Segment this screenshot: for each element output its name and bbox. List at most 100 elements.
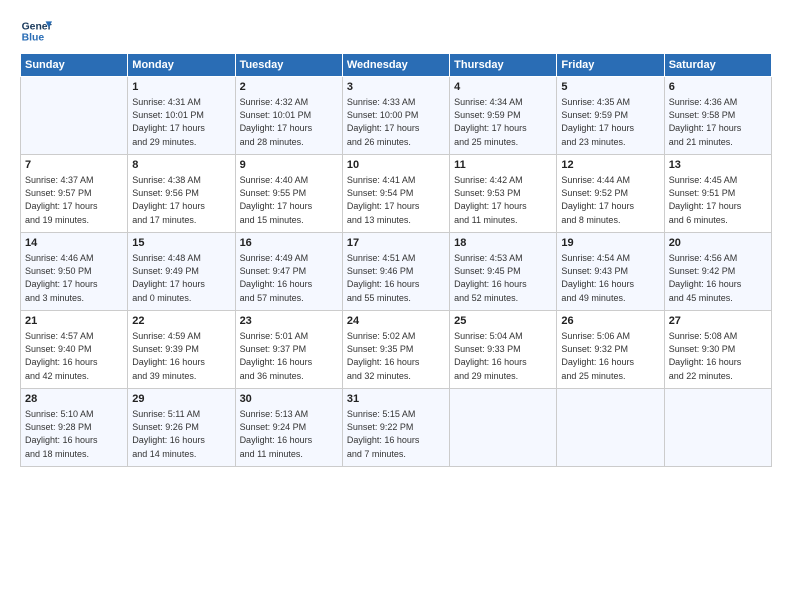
cell-content: Sunrise: 5:01 AMSunset: 9:37 PMDaylight:… (240, 330, 338, 382)
day-number: 9 (240, 158, 338, 173)
cell-content: Sunrise: 5:04 AMSunset: 9:33 PMDaylight:… (454, 330, 552, 382)
calendar-cell: 27Sunrise: 5:08 AMSunset: 9:30 PMDayligh… (664, 311, 771, 389)
calendar-cell: 8Sunrise: 4:38 AMSunset: 9:56 PMDaylight… (128, 155, 235, 233)
calendar-week-row: 1Sunrise: 4:31 AMSunset: 10:01 PMDayligh… (21, 77, 772, 155)
calendar-cell: 7Sunrise: 4:37 AMSunset: 9:57 PMDaylight… (21, 155, 128, 233)
day-number: 28 (25, 392, 123, 407)
cell-line: and 11 minutes. (454, 214, 552, 227)
cell-line: Sunrise: 4:44 AM (561, 174, 659, 187)
svg-text:Blue: Blue (22, 33, 45, 44)
cell-content: Sunrise: 5:11 AMSunset: 9:26 PMDaylight:… (132, 408, 230, 460)
cell-content: Sunrise: 4:46 AMSunset: 9:50 PMDaylight:… (25, 252, 123, 304)
cell-line: Daylight: 17 hours (454, 200, 552, 213)
cell-line: Sunrise: 4:42 AM (454, 174, 552, 187)
cell-line: and 32 minutes. (347, 370, 445, 383)
cell-line: and 3 minutes. (25, 292, 123, 305)
cell-content: Sunrise: 5:15 AMSunset: 9:22 PMDaylight:… (347, 408, 445, 460)
cell-line: Sunrise: 4:53 AM (454, 252, 552, 265)
cell-line: Sunset: 9:51 PM (669, 187, 767, 200)
cell-line: Daylight: 17 hours (347, 122, 445, 135)
calendar-week-row: 14Sunrise: 4:46 AMSunset: 9:50 PMDayligh… (21, 233, 772, 311)
cell-line: Sunrise: 4:35 AM (561, 96, 659, 109)
calendar-cell: 13Sunrise: 4:45 AMSunset: 9:51 PMDayligh… (664, 155, 771, 233)
cell-line: and 49 minutes. (561, 292, 659, 305)
day-number: 3 (347, 80, 445, 95)
day-header-wednesday: Wednesday (342, 54, 449, 77)
calendar-cell: 16Sunrise: 4:49 AMSunset: 9:47 PMDayligh… (235, 233, 342, 311)
day-header-saturday: Saturday (664, 54, 771, 77)
calendar-cell: 20Sunrise: 4:56 AMSunset: 9:42 PMDayligh… (664, 233, 771, 311)
cell-line: and 18 minutes. (25, 448, 123, 461)
cell-line: Sunrise: 4:31 AM (132, 96, 230, 109)
day-header-thursday: Thursday (450, 54, 557, 77)
cell-line: Sunrise: 4:34 AM (454, 96, 552, 109)
day-number: 2 (240, 80, 338, 95)
cell-content: Sunrise: 4:56 AMSunset: 9:42 PMDaylight:… (669, 252, 767, 304)
cell-line: Daylight: 16 hours (132, 434, 230, 447)
calendar-cell (664, 389, 771, 467)
cell-line: and 23 minutes. (561, 136, 659, 149)
cell-content: Sunrise: 4:40 AMSunset: 9:55 PMDaylight:… (240, 174, 338, 226)
cell-line: and 55 minutes. (347, 292, 445, 305)
day-number: 10 (347, 158, 445, 173)
cell-line: and 25 minutes. (561, 370, 659, 383)
cell-line: and 13 minutes. (347, 214, 445, 227)
cell-line: Sunrise: 4:32 AM (240, 96, 338, 109)
cell-content: Sunrise: 4:59 AMSunset: 9:39 PMDaylight:… (132, 330, 230, 382)
day-number: 20 (669, 236, 767, 251)
cell-line: Daylight: 16 hours (669, 356, 767, 369)
day-number: 12 (561, 158, 659, 173)
cell-line: Daylight: 17 hours (132, 278, 230, 291)
cell-line: and 6 minutes. (669, 214, 767, 227)
calendar-cell: 15Sunrise: 4:48 AMSunset: 9:49 PMDayligh… (128, 233, 235, 311)
calendar-cell: 5Sunrise: 4:35 AMSunset: 9:59 PMDaylight… (557, 77, 664, 155)
cell-line: Sunset: 10:00 PM (347, 109, 445, 122)
cell-line: Sunset: 9:40 PM (25, 343, 123, 356)
cell-line: Sunset: 9:42 PM (669, 265, 767, 278)
cell-line: and 28 minutes. (240, 136, 338, 149)
cell-content: Sunrise: 4:31 AMSunset: 10:01 PMDaylight… (132, 96, 230, 148)
day-number: 23 (240, 314, 338, 329)
day-number: 7 (25, 158, 123, 173)
cell-line: and 57 minutes. (240, 292, 338, 305)
cell-line: Sunset: 9:46 PM (347, 265, 445, 278)
day-number: 30 (240, 392, 338, 407)
cell-line: Sunrise: 4:33 AM (347, 96, 445, 109)
cell-line: and 42 minutes. (25, 370, 123, 383)
cell-content: Sunrise: 4:54 AMSunset: 9:43 PMDaylight:… (561, 252, 659, 304)
cell-line: Sunset: 9:28 PM (25, 421, 123, 434)
cell-line: Sunrise: 4:36 AM (669, 96, 767, 109)
cell-line: Daylight: 16 hours (454, 278, 552, 291)
cell-line: Daylight: 17 hours (240, 200, 338, 213)
cell-line: Sunrise: 5:06 AM (561, 330, 659, 343)
cell-line: Sunset: 9:35 PM (347, 343, 445, 356)
cell-content: Sunrise: 4:45 AMSunset: 9:51 PMDaylight:… (669, 174, 767, 226)
cell-line: Sunset: 9:24 PM (240, 421, 338, 434)
day-header-tuesday: Tuesday (235, 54, 342, 77)
cell-line: Sunrise: 4:54 AM (561, 252, 659, 265)
calendar-cell: 2Sunrise: 4:32 AMSunset: 10:01 PMDayligh… (235, 77, 342, 155)
cell-line: Sunset: 9:59 PM (454, 109, 552, 122)
day-number: 15 (132, 236, 230, 251)
cell-line: Sunrise: 4:37 AM (25, 174, 123, 187)
calendar-cell (450, 389, 557, 467)
calendar-table: SundayMondayTuesdayWednesdayThursdayFrid… (20, 53, 772, 467)
calendar-cell: 12Sunrise: 4:44 AMSunset: 9:52 PMDayligh… (557, 155, 664, 233)
cell-line: Sunrise: 4:45 AM (669, 174, 767, 187)
calendar-cell: 10Sunrise: 4:41 AMSunset: 9:54 PMDayligh… (342, 155, 449, 233)
calendar-week-row: 21Sunrise: 4:57 AMSunset: 9:40 PMDayligh… (21, 311, 772, 389)
cell-line: Daylight: 16 hours (132, 356, 230, 369)
cell-line: Sunset: 9:45 PM (454, 265, 552, 278)
cell-line: and 0 minutes. (132, 292, 230, 305)
cell-line: Sunset: 9:53 PM (454, 187, 552, 200)
cell-line: Sunrise: 5:11 AM (132, 408, 230, 421)
cell-content: Sunrise: 5:08 AMSunset: 9:30 PMDaylight:… (669, 330, 767, 382)
cell-line: Daylight: 16 hours (347, 434, 445, 447)
calendar-cell: 18Sunrise: 4:53 AMSunset: 9:45 PMDayligh… (450, 233, 557, 311)
cell-line: Sunset: 9:59 PM (561, 109, 659, 122)
cell-line: and 21 minutes. (669, 136, 767, 149)
day-number: 16 (240, 236, 338, 251)
cell-line: Daylight: 17 hours (132, 200, 230, 213)
calendar-cell: 22Sunrise: 4:59 AMSunset: 9:39 PMDayligh… (128, 311, 235, 389)
cell-line: Sunset: 10:01 PM (240, 109, 338, 122)
